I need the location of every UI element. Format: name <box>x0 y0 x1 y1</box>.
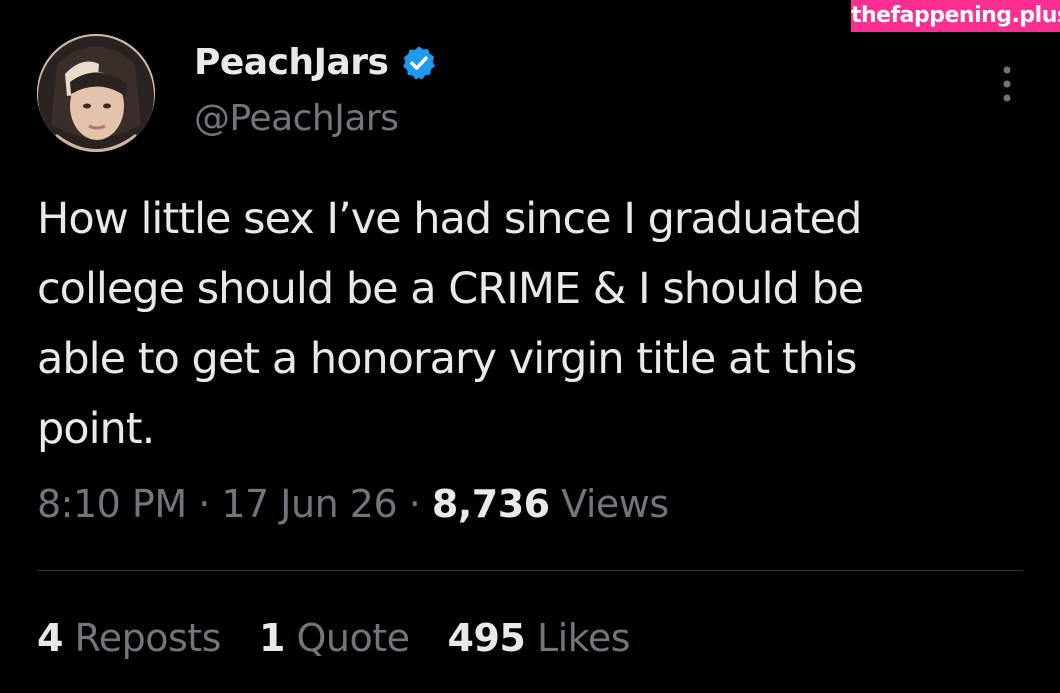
reposts-count: 4 <box>37 616 63 660</box>
meta-separator: · <box>397 482 432 526</box>
tweet-date[interactable]: 17 Jun 26 <box>221 482 397 526</box>
avatar-image <box>37 34 155 152</box>
engagement-stats: 4 Reposts 1 Quote 495 Likes <box>37 616 668 660</box>
likes-label: Likes <box>525 616 631 660</box>
more-options-icon[interactable] <box>995 64 1019 104</box>
tweet-text: How little sex I’ve had since I graduate… <box>37 194 864 454</box>
verified-badge-icon[interactable] <box>400 44 438 82</box>
divider <box>37 570 1023 571</box>
author-name-row: PeachJars <box>194 42 438 83</box>
likes-stat[interactable]: 495 Likes <box>447 616 631 660</box>
reposts-label: Reposts <box>62 616 222 660</box>
author-display-name[interactable]: PeachJars <box>194 42 389 83</box>
tweet-time[interactable]: 8:10 PM <box>37 482 187 526</box>
views-count: 8,736 <box>431 482 550 526</box>
tweet-meta: 8:10 PM · 17 Jun 26 · 8,736 Views <box>37 482 669 526</box>
likes-count: 495 <box>447 616 526 660</box>
reposts-stat[interactable]: 4 Reposts <box>37 616 221 660</box>
watermark-banner: thefappening.plus <box>851 0 1060 32</box>
tweet-header: PeachJars @PeachJars <box>37 34 1027 158</box>
views-label: Views <box>549 482 669 526</box>
author-handle[interactable]: @PeachJars <box>194 98 399 139</box>
quotes-stat[interactable]: 1 Quote <box>259 616 410 660</box>
quotes-count: 1 <box>258 616 285 660</box>
quotes-label: Quote <box>284 616 411 660</box>
meta-separator: · <box>186 482 222 526</box>
avatar[interactable] <box>37 34 155 152</box>
